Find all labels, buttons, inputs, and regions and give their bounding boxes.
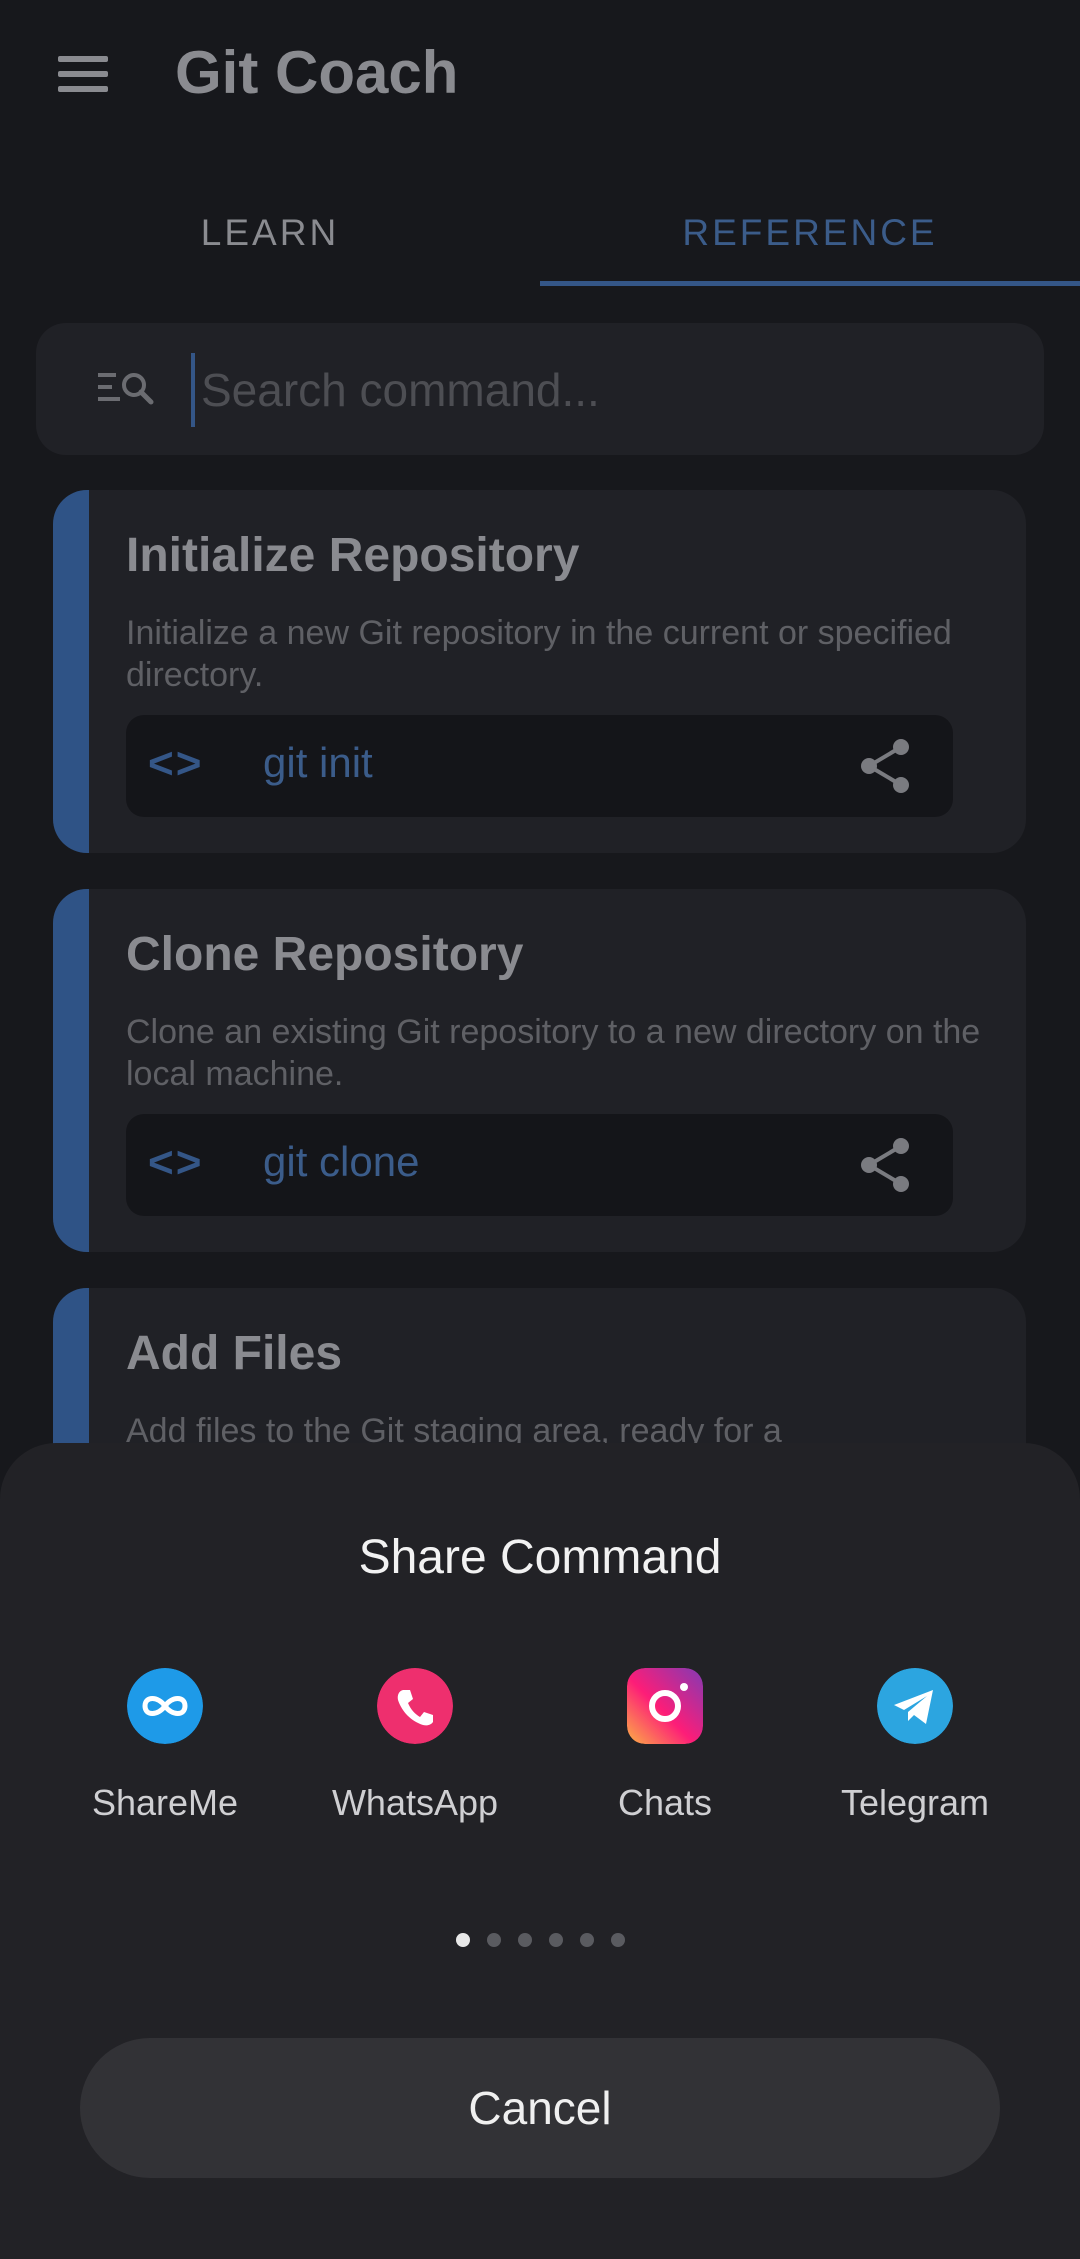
share-target-telegram[interactable]: Telegram — [790, 1668, 1040, 1868]
share-icon[interactable] — [857, 737, 915, 795]
command-card[interactable]: Clone Repository Clone an existing Git r… — [53, 889, 1026, 1252]
tab-reference[interactable]: REFERENCE — [540, 180, 1080, 286]
whatsapp-icon — [377, 1668, 453, 1744]
instagram-icon — [627, 1668, 703, 1744]
tab-learn[interactable]: LEARN — [0, 180, 540, 286]
command-text: git clone — [263, 1138, 420, 1185]
card-title: Add Files — [126, 1327, 343, 1380]
share-target-label: Chats — [617, 1782, 713, 1823]
card-title: Initialize Repository — [126, 529, 580, 582]
page-dot[interactable] — [455, 1933, 470, 1947]
search-bar[interactable] — [36, 323, 1044, 455]
page-dot[interactable] — [517, 1933, 532, 1947]
share-bottom-sheet: Share Command ShareMe WhatsApp Chats Tel… — [0, 1443, 1080, 2259]
search-input[interactable] — [191, 353, 1023, 427]
command-card[interactable]: Initialize Repository Initialize a new G… — [53, 490, 1026, 853]
command-box[interactable]: <> git init — [126, 715, 953, 817]
share-target-shareme[interactable]: ShareMe — [40, 1668, 290, 1868]
cancel-button[interactable]: Cancel — [80, 2038, 1000, 2178]
shareme-icon — [127, 1668, 203, 1744]
page-dot[interactable] — [486, 1933, 501, 1947]
app-bar: Git Coach — [0, 0, 1080, 150]
card-description: Initialize a new Git repository in the c… — [126, 614, 952, 694]
page-dot[interactable] — [579, 1933, 594, 1947]
menu-icon[interactable] — [58, 56, 112, 92]
command-box[interactable]: <> git clone — [126, 1114, 953, 1216]
sheet-title: Share Command — [358, 1531, 722, 1584]
app-title: Git Coach — [175, 39, 459, 106]
share-target-whatsapp[interactable]: WhatsApp — [290, 1668, 540, 1868]
tab-indicator — [540, 281, 1080, 286]
card-accent — [53, 490, 89, 853]
code-icon: <> — [148, 739, 204, 788]
code-icon: <> — [148, 1138, 204, 1187]
share-target-label: ShareMe — [91, 1782, 239, 1823]
page-dot[interactable] — [548, 1933, 563, 1947]
share-target-chats[interactable]: Chats — [540, 1668, 790, 1868]
command-text: git init — [263, 739, 373, 786]
share-target-label: WhatsApp — [331, 1782, 499, 1823]
card-description: Clone an existing Git repository to a ne… — [126, 1013, 981, 1093]
tab-bar: LEARN REFERENCE — [0, 180, 1080, 286]
card-accent — [53, 889, 89, 1252]
page-indicator — [0, 1933, 1080, 1947]
card-title: Clone Repository — [126, 928, 524, 981]
search-list-icon — [98, 373, 154, 405]
app-root: Git Coach LEARN REFERENCE Initialize Rep… — [0, 0, 1080, 2259]
share-icon[interactable] — [857, 1136, 915, 1194]
page-dot[interactable] — [610, 1933, 625, 1947]
telegram-icon — [877, 1668, 953, 1744]
share-target-label: Telegram — [840, 1782, 990, 1823]
